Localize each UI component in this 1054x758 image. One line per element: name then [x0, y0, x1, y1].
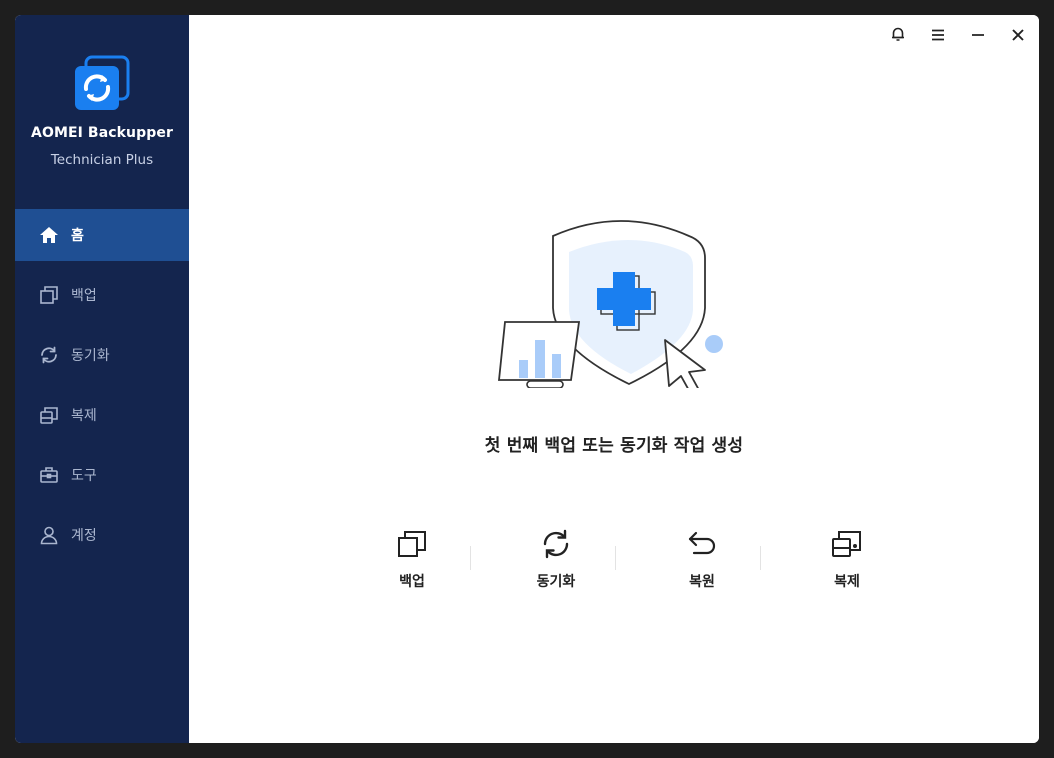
menu-icon	[931, 27, 945, 46]
sidebar-item-clone[interactable]: 복제	[15, 389, 189, 441]
quick-sync-button[interactable]: 동기화	[506, 527, 606, 607]
quick-clone-button[interactable]: 복제	[797, 527, 897, 607]
sidebar-item-label: 동기화	[71, 348, 110, 364]
sidebar-item-label: 복제	[71, 408, 97, 424]
toolbox-icon	[39, 465, 59, 485]
notification-button[interactable]	[886, 25, 910, 47]
app-window: AOMEI Backupper Technician Plus 홈 백업 동기화…	[15, 15, 1039, 743]
backup-icon	[395, 527, 429, 561]
quick-action-label: 백업	[399, 574, 425, 590]
backup-icon	[39, 285, 59, 305]
sidebar-item-tools[interactable]: 도구	[15, 449, 189, 501]
restore-icon	[685, 527, 719, 561]
sync-icon	[539, 527, 573, 561]
sidebar-item-label: 도구	[71, 468, 97, 484]
sidebar-item-label: 계정	[71, 528, 97, 544]
menu-button[interactable]	[926, 25, 950, 47]
account-icon	[39, 525, 59, 545]
main-panel: 첫 번째 백업 또는 동기화 작업 생성 백업 동기화 복원 복제	[189, 15, 1039, 743]
sidebar-item-sync[interactable]: 동기화	[15, 329, 189, 381]
close-button[interactable]	[1006, 25, 1030, 47]
sidebar-item-label: 백업	[71, 288, 97, 304]
divider	[615, 546, 616, 570]
quick-restore-button[interactable]: 복원	[652, 527, 752, 607]
app-logo-icon	[72, 55, 132, 113]
quick-action-label: 복제	[834, 574, 860, 590]
close-icon	[1011, 27, 1025, 46]
sidebar-item-label: 홈	[71, 228, 84, 244]
divider	[760, 546, 761, 570]
quick-backup-button[interactable]: 백업	[362, 527, 462, 607]
minimize-icon	[971, 27, 985, 46]
clone-icon	[830, 527, 864, 561]
quick-action-label: 복원	[689, 574, 715, 590]
sync-icon	[39, 345, 59, 365]
quick-action-label: 동기화	[536, 574, 576, 590]
sidebar: AOMEI Backupper Technician Plus 홈 백업 동기화…	[15, 15, 189, 743]
sidebar-item-account[interactable]: 계정	[15, 509, 189, 561]
hero-illustration	[471, 208, 731, 395]
home-icon	[39, 225, 59, 245]
page-headline: 첫 번째 백업 또는 동기화 작업 생성	[484, 436, 744, 456]
minimize-button[interactable]	[966, 25, 990, 47]
app-name: AOMEI Backupper	[31, 125, 173, 141]
divider	[470, 546, 471, 570]
sidebar-item-home[interactable]: 홈	[15, 209, 189, 261]
clone-icon	[39, 405, 59, 425]
sidebar-item-backup[interactable]: 백업	[15, 269, 189, 321]
bell-icon	[890, 26, 906, 46]
app-edition: Technician Plus	[50, 152, 154, 168]
